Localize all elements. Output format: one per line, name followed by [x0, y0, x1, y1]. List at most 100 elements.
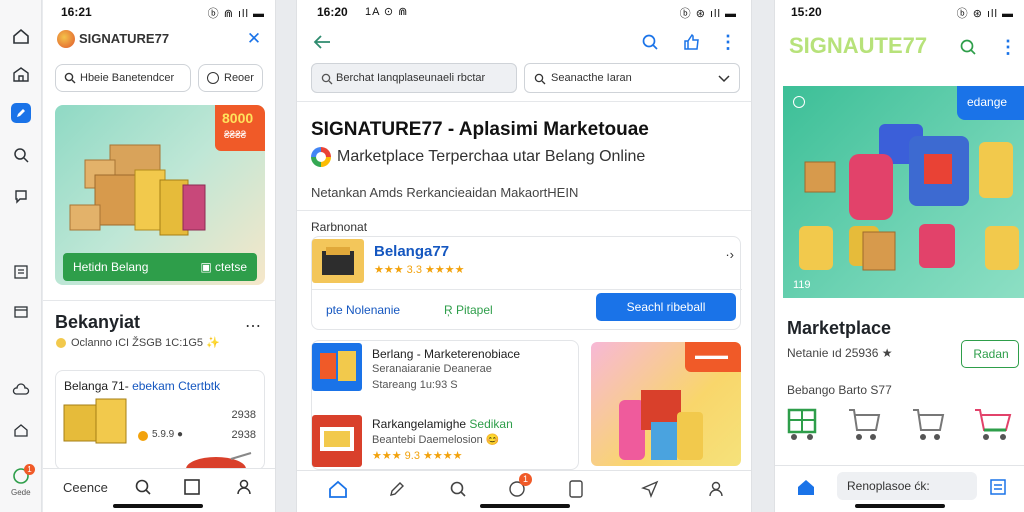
edit-icon[interactable] [11, 103, 31, 123]
brand-logo-icon [311, 147, 331, 167]
close-icon[interactable]: ✕ [245, 29, 263, 48]
card-value: 2938 [231, 409, 256, 421]
item-subtitle: Seranaiaranie Deanerae [372, 363, 492, 375]
listing-more-icon[interactable]: ·› [725, 247, 734, 262]
filter-button[interactable]: Reoer [198, 64, 263, 92]
promo-tag: ▬▬▬ [685, 342, 741, 372]
status-icons: ⓑ ⊛ ıll ▬ [956, 8, 1014, 20]
cart-icon[interactable] [973, 404, 1013, 444]
search-icon[interactable] [133, 477, 153, 497]
item-title[interactable]: Rarkangelamighe Sedikan [372, 417, 513, 431]
primary-action-button[interactable]: Seachl ribeball [596, 293, 736, 321]
status-time: 16:20 [317, 5, 348, 19]
back-arrow-icon[interactable] [311, 31, 333, 53]
divider [43, 300, 275, 301]
filter-label: Reoer [224, 72, 254, 84]
app-logo-icon [57, 30, 75, 48]
home-icon[interactable] [327, 478, 349, 500]
overflow-menu-icon[interactable]: ⋮ [719, 31, 737, 53]
cart-icon[interactable] [911, 404, 945, 444]
chevron-down-icon [717, 72, 731, 86]
search-icon[interactable] [957, 36, 979, 58]
search-field[interactable]: Hbeie Banetendcer [55, 64, 191, 92]
product-card[interactable]: Belanga 71- ebekam Ctertbtk 2938 5.9.9 ●… [55, 370, 265, 471]
square-icon[interactable] [182, 477, 202, 497]
list-icon[interactable] [987, 476, 1009, 498]
navigation-rail: 1 Gede [0, 0, 42, 512]
search-icon [63, 71, 77, 85]
hero-banner[interactable]: edange 119 [783, 86, 1024, 298]
app-title: SIGNAUTE77 [789, 33, 928, 58]
boxes-illustration [69, 144, 206, 236]
promo-banner[interactable]: 8000 ₴₴₴₴ Hetidn Belang ▣ ctetse [55, 105, 265, 285]
divider [297, 101, 751, 102]
section-label: Rarbnonat [311, 220, 368, 234]
hero-counter: 119 [793, 279, 811, 291]
more-icon[interactable]: ⋯ [245, 316, 261, 336]
rail-label: Gede [11, 488, 31, 497]
document-icon[interactable] [565, 478, 587, 500]
notification-badge: 1 [24, 464, 35, 475]
promo-card[interactable]: ▬▬▬ [591, 342, 741, 466]
search-placeholder: Hbeie Banetendcer [80, 72, 175, 84]
home-indicator [113, 504, 203, 508]
item-thumbnail [312, 343, 362, 391]
category-search-chip[interactable]: Berchat Ianqplaseunaeli rbctar [311, 63, 517, 93]
search-icon[interactable] [447, 478, 469, 500]
divider [312, 289, 742, 290]
listing-rating: ★★★ 3.3 ★★★★ [374, 264, 465, 276]
item-title[interactable]: Berlang - Marketerenobiace [372, 347, 520, 361]
window-icon[interactable] [11, 302, 31, 322]
sub-label: Bebango Barto S77 [787, 383, 892, 397]
item-subtitle: Beantebi Daemelosion 😊 [372, 434, 500, 446]
cart-icon[interactable] [785, 404, 819, 444]
products-illustration [799, 124, 1019, 271]
home-indicator [855, 504, 945, 508]
chat-icon[interactable] [11, 186, 31, 206]
list-icon[interactable] [11, 262, 31, 282]
coin-icon [56, 338, 66, 348]
products-illustration [619, 390, 703, 460]
store-icon[interactable] [11, 64, 31, 84]
info-icon[interactable] [793, 96, 805, 108]
profile-icon[interactable] [705, 478, 727, 500]
cloud-icon[interactable] [11, 380, 31, 400]
thumbs-up-icon[interactable] [681, 31, 703, 53]
bottom-search-label[interactable]: Ceence [63, 480, 108, 495]
search-icon [320, 72, 334, 86]
product-image [63, 398, 127, 444]
home-outline-icon[interactable] [11, 26, 31, 46]
search-select[interactable]: Seanacthe Iaran [524, 63, 740, 93]
phone-panel-right: 15:20 ⓑ ⊛ ıll ▬ SIGNAUTE77 ⋮ edange 119 … [774, 0, 1024, 512]
home-indicator [480, 504, 570, 508]
pencil-icon[interactable] [386, 478, 408, 500]
rating-dot-icon [138, 431, 148, 441]
account-icon[interactable] [234, 477, 254, 497]
search-icon[interactable] [11, 145, 31, 165]
status-icons: ⓑ ⊛ ıll ▬ [679, 8, 737, 20]
cart-icon[interactable] [847, 404, 881, 444]
search-icon[interactable] [639, 31, 661, 53]
status-time: 16:21 [61, 5, 92, 19]
listing-title: Belanga77 [374, 243, 450, 260]
item-thumbnail [312, 415, 362, 467]
section-title: Bekanyiat [55, 312, 141, 332]
home-icon[interactable] [795, 476, 817, 498]
status-time: 15:20 [791, 5, 822, 19]
search-icon [533, 72, 547, 86]
action-mid[interactable]: Ŗ Pitapel [444, 303, 493, 317]
promo-cta-button[interactable]: Hetidn Belang ▣ ctetse [63, 253, 257, 281]
action-left[interactable]: pte Nolenanie [326, 303, 400, 317]
house-icon[interactable] [11, 420, 31, 440]
bottom-search-field[interactable]: Renoplasoe ćk: [837, 472, 977, 500]
send-icon[interactable] [639, 478, 661, 500]
phone-panel-left: 16:21 ⓑ ⋒ ıll ▬ SIGNATURE77 ✕ Hbeie Bane… [43, 0, 276, 512]
listing-thumbnail [312, 239, 364, 283]
section-meta: Netanie ıd 25936 ★ [787, 346, 893, 360]
overflow-menu-icon[interactable]: ⋮ [999, 36, 1017, 58]
outline-button[interactable]: Radan [961, 340, 1019, 368]
hero-chip: edange [957, 86, 1024, 120]
filter-icon [207, 72, 219, 84]
listing-card[interactable]: Belanga77 ★★★ 3.3 ★★★★ ·› pte Nolenanie … [311, 236, 742, 330]
section-title: Marketplace [787, 318, 892, 338]
